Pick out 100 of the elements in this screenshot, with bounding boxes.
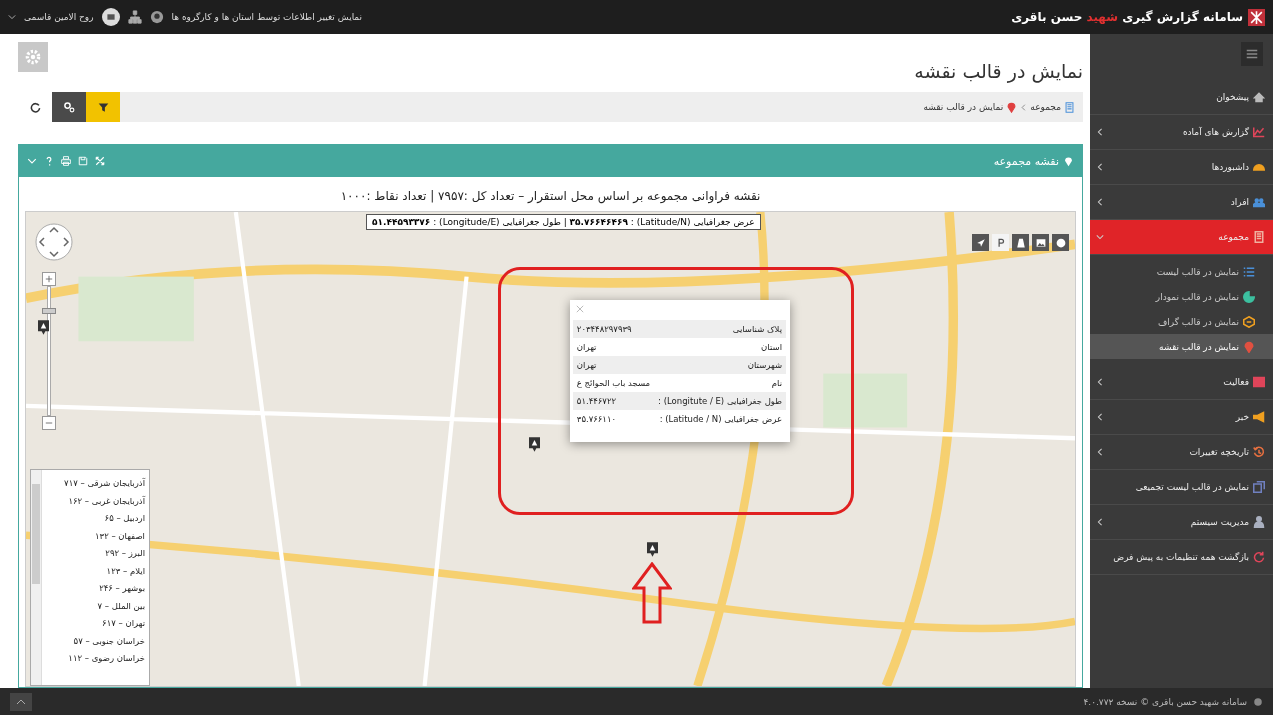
legend-item: ایلام – ۱۲۳ xyxy=(105,565,145,578)
filter-icon xyxy=(97,101,109,113)
sidebar-item[interactable]: نمایش در قالب لیست تجمیعی xyxy=(1090,470,1273,505)
menu-item-icon xyxy=(1253,446,1265,458)
sidebar-item[interactable]: تاریخچه تغییرات xyxy=(1090,435,1273,470)
menu-button[interactable] xyxy=(1241,42,1263,66)
sidebar-item[interactable]: پیشخوان xyxy=(1090,80,1273,115)
parking-button[interactable] xyxy=(992,234,1009,251)
popup-label: عرض جغرافیایی (Latitude / N) : xyxy=(654,410,786,428)
submenu-item[interactable]: نمایش در قالب لیست xyxy=(1090,259,1273,284)
road-icon xyxy=(1015,237,1026,248)
globe-button[interactable] xyxy=(1052,234,1069,251)
popup-label: پلاک شناسایی xyxy=(654,320,786,338)
popup-value: ۲۰۳۴۴۸۲۹۷۹۳۹ xyxy=(572,320,655,338)
caret-icon xyxy=(16,698,26,705)
satellite-button[interactable] xyxy=(1032,234,1049,251)
popup-value: ۵۱.۴۴۶۷۲۲ xyxy=(572,392,655,410)
breadcrumb-link[interactable]: نمایش در قالب نقشه xyxy=(923,102,1004,112)
zoom-out-button[interactable] xyxy=(42,416,56,430)
map-title: نقشه فراوانی مجموعه بر اساس محل استقرار – تعداد کل :۷۹۵۷ | تعداد نقاط :۱۰۰۰ xyxy=(339,188,762,206)
zoom-in-button[interactable] xyxy=(42,272,56,286)
submenu-icon xyxy=(1243,340,1255,353)
submenu-item[interactable]: نمایش در قالب گراف xyxy=(1090,309,1273,334)
popup-value: تهران xyxy=(572,338,655,356)
gears-icon xyxy=(63,101,75,113)
footer-text: سامانه شهید حسن باقری © نسخه ۴.۰.۷۷۲ xyxy=(1083,696,1247,707)
caret-icon[interactable] xyxy=(8,14,16,20)
legend-item: بوشهر – ۲۴۶ xyxy=(98,583,145,595)
plus-icon xyxy=(45,275,53,283)
menu-item-icon xyxy=(1253,91,1265,103)
image-icon xyxy=(1035,237,1046,248)
collapse-icon[interactable] xyxy=(27,156,37,166)
popup-value: مسجد باب الحوائج ع xyxy=(572,374,655,392)
submenu-item[interactable]: نمایش در قالب نقشه xyxy=(1090,334,1273,359)
user-menu[interactable]: روح الامین قاسمی xyxy=(24,12,94,22)
legend-item: آذربایجان غربی – ۱۶۲ xyxy=(67,495,145,508)
app-title: سامانه گزارش گیری شهید حسن باقری xyxy=(1011,10,1243,24)
pan-control[interactable] xyxy=(34,222,74,262)
sidebar-item[interactable]: خبر xyxy=(1090,400,1273,435)
popup-label: طول جغرافیایی (Longitute / E) : xyxy=(654,392,786,410)
menu-item-icon xyxy=(1253,481,1265,493)
submenu-icon xyxy=(1243,265,1255,278)
arrow-icon xyxy=(632,562,672,624)
popup-label: شهرستان xyxy=(654,356,786,374)
legend-item: خراسان رضوی – ۱۱۲ xyxy=(67,653,145,665)
notice-link[interactable]: نمایش تغییر اطلاعات توسط استان ها و کارگروه ها xyxy=(171,12,363,22)
pin-icon xyxy=(1063,155,1074,167)
legend-item: آذربایجان شرقی – ۷۱۷ xyxy=(63,478,145,490)
breadcrumb-icon xyxy=(1006,101,1018,113)
scrollbar[interactable] xyxy=(31,470,42,685)
sitemap-icon[interactable] xyxy=(127,10,142,24)
help-icon[interactable] xyxy=(44,156,54,166)
menu-icon xyxy=(1245,47,1259,61)
road-button[interactable] xyxy=(1012,234,1029,251)
filter-button[interactable] xyxy=(86,92,120,122)
logo-icon xyxy=(1248,8,1265,26)
sidebar-item[interactable]: مجموعه xyxy=(1090,220,1273,255)
panel-title: نقشه مجموعه xyxy=(993,154,1059,168)
settings-button[interactable] xyxy=(52,92,86,122)
save-icon[interactable] xyxy=(78,156,88,166)
navigation-icon xyxy=(975,237,986,248)
menu-item-icon xyxy=(1253,376,1265,388)
sidebar-item[interactable]: فعالیت xyxy=(1090,365,1273,400)
avatar-icon[interactable] xyxy=(101,8,120,26)
menu-item-icon xyxy=(1253,231,1265,243)
gear-icon xyxy=(24,48,42,66)
breadcrumb-link[interactable]: مجموعه xyxy=(1030,102,1061,112)
legend-item: اردبیل – ۶۵ xyxy=(103,513,145,525)
menu-item-icon xyxy=(1253,411,1265,423)
navigation-button[interactable] xyxy=(972,234,989,251)
popup-value: تهران xyxy=(572,356,655,374)
sidebar-item[interactable]: مدیریت سیستم xyxy=(1090,505,1273,540)
chevron-icon xyxy=(1020,103,1028,111)
popup-label: نام xyxy=(654,374,786,392)
legend-item: بین الملل – ۷ xyxy=(96,600,145,613)
menu-item-icon xyxy=(1253,516,1265,528)
sidebar-item[interactable]: گزارش های آماده xyxy=(1090,115,1273,150)
map-marker-icon xyxy=(38,320,49,335)
menu-item-icon xyxy=(1253,196,1265,208)
team-icon[interactable] xyxy=(149,10,164,24)
page-title: نمایش در قالب نقشه xyxy=(914,60,1083,82)
sidebar-item[interactable]: بازگشت همه تنظیمات به پیش فرض xyxy=(1090,540,1273,575)
submenu-icon xyxy=(1243,290,1255,303)
submenu-item[interactable]: نمایش در قالب نمودار xyxy=(1090,284,1273,309)
legend-item: البرز – ۲۹۲ xyxy=(104,548,145,560)
legend-item: تهران – ۶۱۷ xyxy=(101,618,145,630)
legend-item: خراسان جنوبی – ۵۷ xyxy=(72,635,145,648)
print-icon[interactable] xyxy=(61,156,71,166)
submenu-icon xyxy=(1243,315,1255,328)
menu-item-icon xyxy=(1253,126,1265,138)
fullscreen-icon[interactable] xyxy=(95,156,105,166)
map-marker-icon xyxy=(529,437,540,452)
popup-label: استان xyxy=(654,338,786,356)
legend-item: اصفهان – ۱۳۲ xyxy=(94,530,145,543)
breadcrumb-icon xyxy=(1064,101,1075,113)
globe-icon xyxy=(1055,237,1066,248)
menu-item-icon xyxy=(1253,551,1265,563)
zoom-slider[interactable] xyxy=(42,286,56,416)
coordinates-readout: عرض جغرافیایی (Latitude/N) : ۳۵.۷۶۶۴۶۴۶۹ | طول جغرافیایی (Longitude/E) : ۵۱.۴۴۵۹۳۳۷۶ xyxy=(366,214,761,230)
sidebar-item[interactable]: داشبوردها xyxy=(1090,150,1273,185)
